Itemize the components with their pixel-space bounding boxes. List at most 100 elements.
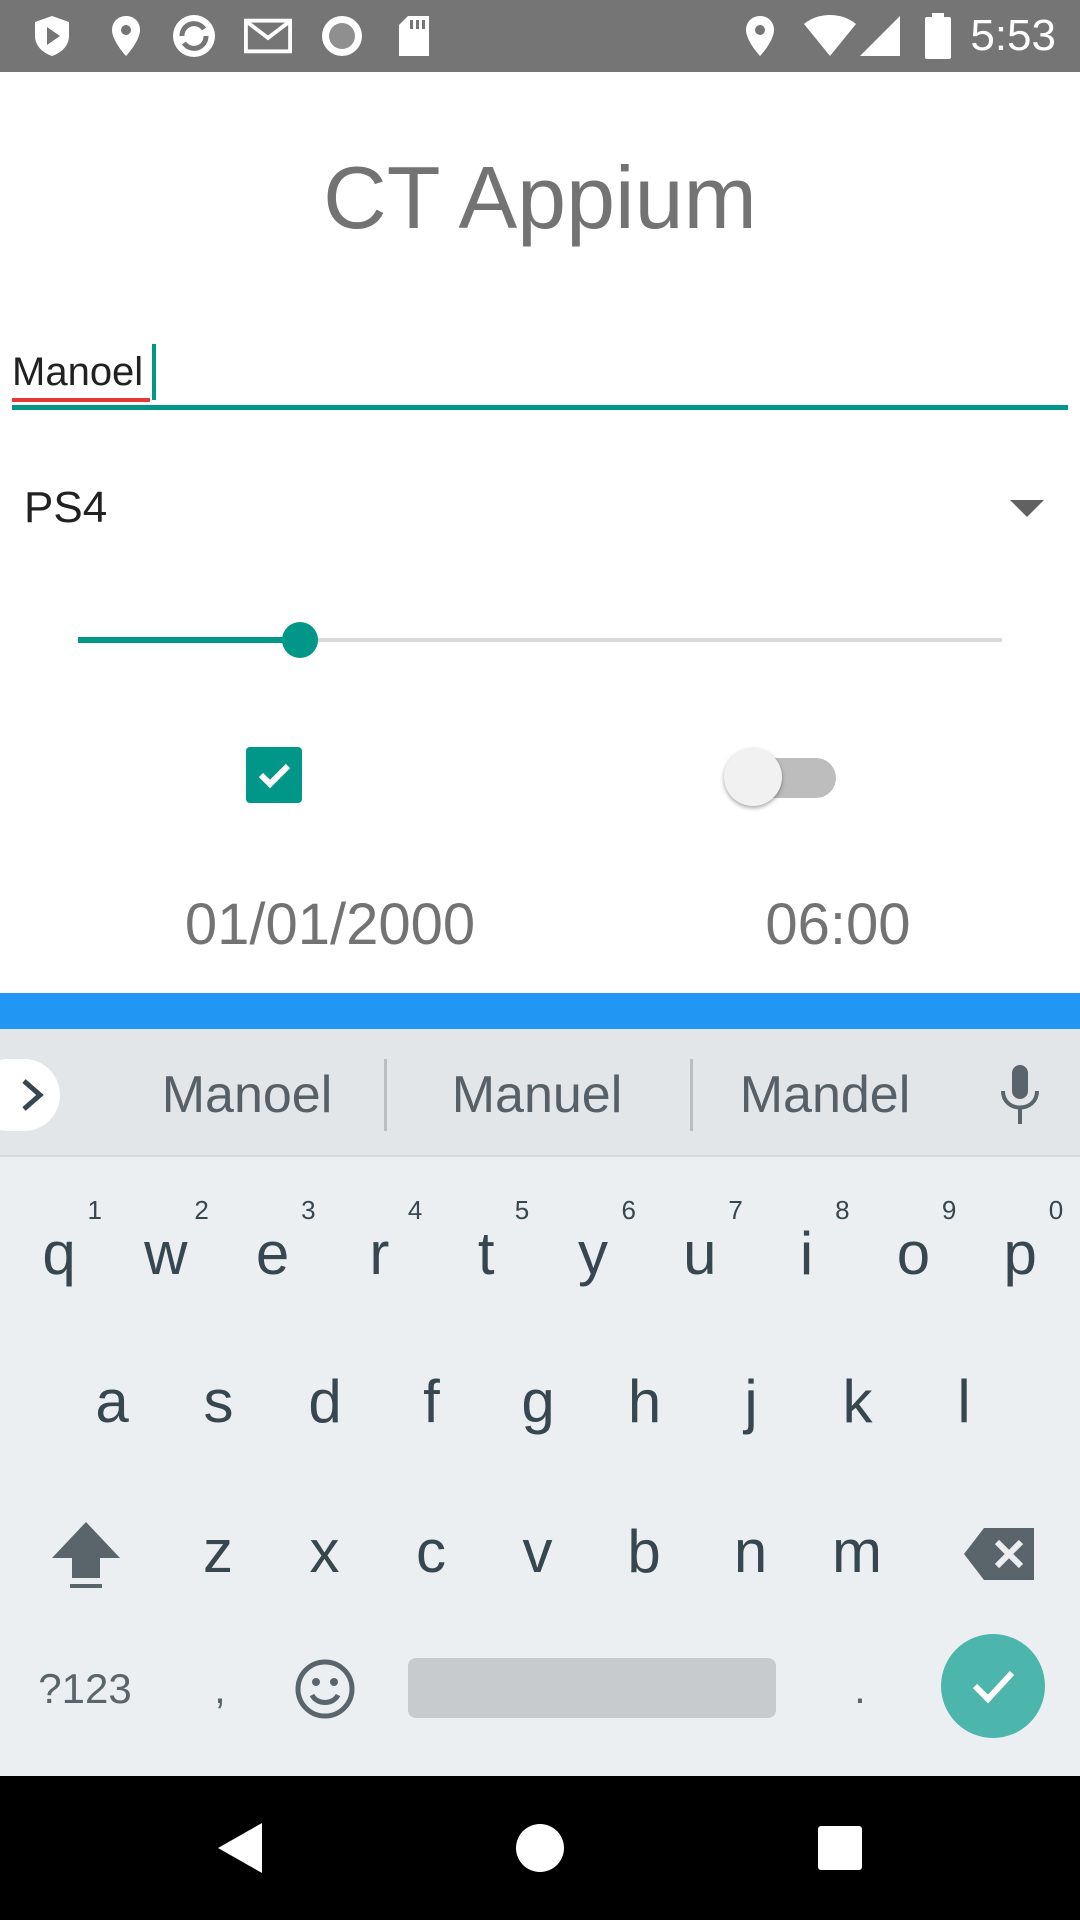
- key-hint: 8: [835, 1195, 850, 1225]
- key-c[interactable]: c: [378, 1487, 484, 1615]
- status-time: 5:53: [970, 11, 1056, 60]
- symbols-key[interactable]: ?123: [20, 1629, 150, 1749]
- key-h[interactable]: h: [592, 1337, 698, 1465]
- key-e[interactable]: e3: [220, 1189, 326, 1317]
- key-b[interactable]: b: [591, 1487, 697, 1615]
- key-n[interactable]: n: [698, 1487, 804, 1615]
- date-picker-text[interactable]: 01/01/2000: [120, 890, 540, 960]
- spellcheck-underline: [12, 398, 150, 402]
- key-v[interactable]: v: [485, 1487, 591, 1615]
- key-label: i: [799, 1219, 814, 1287]
- key-w[interactable]: w2: [113, 1189, 219, 1317]
- record-icon: [318, 12, 366, 60]
- suggestion-2[interactable]: Manuel: [402, 1059, 672, 1131]
- text-cursor: [152, 344, 156, 400]
- recent-apps-button[interactable]: [808, 1816, 872, 1880]
- sync-icon: [170, 12, 218, 60]
- time-picker-text[interactable]: 06:00: [700, 890, 976, 960]
- key-s[interactable]: s: [166, 1337, 272, 1465]
- slider-thumb[interactable]: [281, 622, 318, 658]
- key-u[interactable]: u7: [647, 1189, 753, 1317]
- key-f[interactable]: f: [379, 1337, 485, 1465]
- back-button[interactable]: [208, 1816, 272, 1880]
- key-label: m: [832, 1517, 882, 1585]
- key-hint: 9: [941, 1195, 957, 1225]
- shift-key[interactable]: [30, 1494, 142, 1614]
- key-g[interactable]: g: [485, 1337, 591, 1465]
- key-label: h: [627, 1367, 662, 1435]
- key-label: k: [842, 1367, 873, 1435]
- gmail-icon: [244, 12, 292, 60]
- shift-icon: [52, 1522, 120, 1588]
- key-label: c: [416, 1517, 446, 1585]
- home-button[interactable]: [508, 1816, 572, 1880]
- key-label: z: [203, 1517, 233, 1585]
- switch-thumb: [724, 748, 782, 806]
- key-hint: 5: [514, 1195, 530, 1225]
- recent-apps-square-icon: [818, 1826, 862, 1870]
- page-title: CT Appium: [323, 148, 757, 247]
- key-label: u: [683, 1219, 717, 1287]
- key-y[interactable]: y6: [540, 1189, 646, 1317]
- checkbox[interactable]: [246, 747, 302, 803]
- suggestion-strip: Manoel Manuel Mandel: [0, 1029, 1080, 1157]
- key-hint: 7: [728, 1195, 743, 1225]
- console-dropdown[interactable]: PS4: [24, 472, 1044, 544]
- key-label: v: [522, 1517, 553, 1585]
- key-label: w: [144, 1219, 188, 1287]
- key-hint: 0: [1048, 1195, 1064, 1225]
- backspace-key[interactable]: [944, 1494, 1054, 1614]
- key-label: q: [42, 1219, 76, 1287]
- microphone-icon: [1001, 1065, 1039, 1124]
- key-hint: 4: [407, 1195, 423, 1225]
- key-label: y: [578, 1219, 608, 1287]
- key-k[interactable]: k: [805, 1337, 911, 1465]
- space-bar[interactable]: [408, 1658, 776, 1718]
- key-l[interactable]: l: [911, 1337, 1017, 1465]
- key-hint: 1: [87, 1195, 102, 1225]
- battery-icon: [914, 12, 962, 60]
- key-q[interactable]: q1: [6, 1189, 112, 1317]
- emoji-key[interactable]: [280, 1629, 370, 1749]
- key-label: n: [733, 1517, 768, 1585]
- done-key[interactable]: [941, 1634, 1045, 1738]
- key-label: j: [744, 1367, 758, 1435]
- check-icon: [258, 763, 291, 789]
- key-hint: 2: [194, 1195, 209, 1225]
- toggle-switch[interactable]: [722, 742, 840, 808]
- voice-input-button[interactable]: [990, 1059, 1050, 1131]
- key-label: t: [477, 1219, 495, 1287]
- emoji-icon: [295, 1659, 355, 1719]
- wifi-icon: [800, 12, 860, 60]
- home-circle-icon: [516, 1824, 564, 1872]
- shield-icon: [28, 12, 76, 60]
- key-label: s: [203, 1367, 234, 1435]
- suggestion-3[interactable]: Mandel: [690, 1059, 960, 1131]
- seekbar-slider[interactable]: [78, 612, 1002, 668]
- key-j[interactable]: j: [698, 1337, 804, 1465]
- location-icon: [736, 12, 784, 60]
- location-icon: [102, 12, 150, 60]
- key-m[interactable]: m: [804, 1487, 910, 1615]
- soft-keyboard: Manoel Manuel Mandel ?123 , . q1w2e3r4t5…: [0, 1029, 1080, 1776]
- name-input[interactable]: Manoel: [12, 336, 1068, 412]
- chevron-right-icon: [22, 1079, 44, 1111]
- signal-icon: [856, 12, 904, 60]
- key-a[interactable]: a: [59, 1337, 165, 1465]
- key-i[interactable]: i8: [754, 1189, 860, 1317]
- key-label: l: [957, 1367, 971, 1435]
- key-p[interactable]: p0: [967, 1189, 1073, 1317]
- key-z[interactable]: z: [165, 1487, 271, 1615]
- expand-suggestions-button[interactable]: [0, 1059, 60, 1131]
- key-t[interactable]: t5: [433, 1189, 539, 1317]
- key-label: r: [369, 1219, 390, 1287]
- key-label: b: [627, 1517, 661, 1585]
- period-key[interactable]: .: [810, 1629, 910, 1749]
- comma-key[interactable]: ,: [170, 1629, 270, 1749]
- sd-card-icon: [390, 12, 438, 60]
- key-r[interactable]: r4: [326, 1189, 432, 1317]
- key-d[interactable]: d: [272, 1337, 378, 1465]
- key-x[interactable]: x: [272, 1487, 378, 1615]
- key-o[interactable]: o9: [860, 1189, 966, 1317]
- suggestion-1[interactable]: Manoel: [112, 1059, 382, 1131]
